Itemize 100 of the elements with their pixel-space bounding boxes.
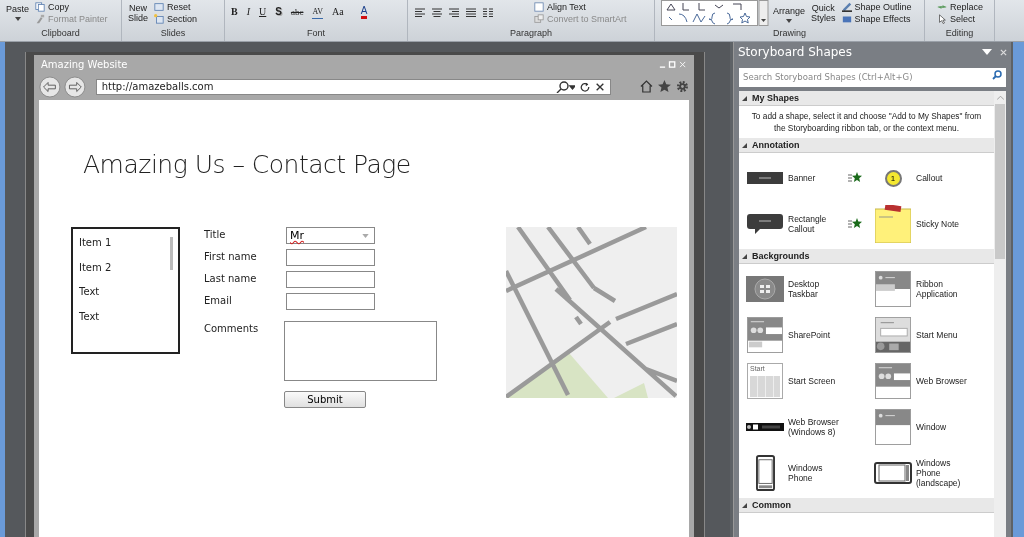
font-format-button[interactable]: U bbox=[259, 6, 267, 18]
window-icon[interactable] bbox=[875, 271, 911, 307]
expander-icon[interactable] bbox=[742, 142, 747, 148]
new-slide-button[interactable]: New Slide bbox=[128, 0, 148, 23]
shape-label[interactable]: SharePoint bbox=[788, 330, 846, 340]
shape-effects-button[interactable]: Shape Effects bbox=[841, 13, 912, 25]
list-item[interactable]: Text bbox=[79, 286, 178, 311]
shape-outline-button[interactable]: Shape Outline bbox=[841, 1, 912, 13]
reset-button[interactable]: Reset bbox=[154, 1, 198, 13]
banner-icon[interactable] bbox=[747, 172, 783, 184]
shape-label[interactable]: Rectangle Callout bbox=[788, 214, 846, 234]
scrollbar-thumb[interactable] bbox=[995, 104, 1005, 259]
group-label: Slides bbox=[159, 27, 187, 40]
font-format-button[interactable]: Aa bbox=[331, 6, 344, 18]
shape-label[interactable]: Desktop Taskbar bbox=[788, 279, 846, 299]
replace-button[interactable]: Replace bbox=[937, 1, 984, 13]
shape-label[interactable]: Windows Phone (landscape) bbox=[916, 458, 974, 488]
shape-label[interactable]: Callout bbox=[916, 173, 974, 183]
scrollbar[interactable] bbox=[994, 91, 1006, 537]
phone-icon[interactable] bbox=[755, 455, 775, 491]
window-title: Amazing Website bbox=[41, 58, 128, 70]
align-icon[interactable] bbox=[431, 8, 443, 18]
align-text-button[interactable]: Align Text bbox=[534, 1, 627, 13]
align-icon[interactable] bbox=[448, 8, 460, 18]
callout-icon[interactable]: 1 bbox=[884, 169, 902, 187]
shape-label[interactable]: Windows Phone bbox=[788, 463, 846, 483]
font-format-button[interactable]: S bbox=[275, 6, 282, 18]
address-field[interactable]: http://amazeballs.com bbox=[95, 78, 612, 95]
text-field[interactable] bbox=[286, 271, 375, 288]
expander-icon[interactable] bbox=[742, 95, 747, 101]
browser-icon[interactable] bbox=[875, 363, 911, 399]
font-format-button[interactable]: abc bbox=[290, 6, 304, 18]
submit-button[interactable]: Submit bbox=[284, 391, 366, 408]
home-icon[interactable] bbox=[640, 80, 654, 93]
select-button[interactable]: Select bbox=[937, 13, 984, 25]
group-label: Editing bbox=[944, 27, 975, 40]
swap-arrows-icon bbox=[937, 2, 947, 12]
pane-title: Storyboard Shapes bbox=[738, 45, 853, 59]
expander-icon[interactable] bbox=[742, 253, 747, 259]
shape-label[interactable]: Web Browser (Windows 8) bbox=[788, 417, 846, 437]
align-icon[interactable] bbox=[465, 8, 477, 18]
text-box-icon bbox=[534, 2, 544, 12]
section-button[interactable]: Section bbox=[154, 13, 198, 25]
align-icon[interactable] bbox=[414, 8, 426, 18]
shape-label[interactable]: Window bbox=[916, 422, 974, 432]
search-field[interactable]: Search Storyboard Shapes (Ctrl+Alt+G) bbox=[739, 67, 1006, 87]
shape-label[interactable]: Banner bbox=[788, 173, 846, 183]
close-icon[interactable] bbox=[595, 81, 606, 92]
list-item[interactable]: Item 2 bbox=[79, 261, 178, 286]
text-field[interactable] bbox=[286, 249, 375, 266]
field-label: Last name bbox=[204, 272, 258, 284]
taskbar-icon[interactable] bbox=[746, 276, 784, 302]
star-icon[interactable] bbox=[848, 218, 862, 230]
shape-label[interactable]: Start Menu bbox=[916, 330, 974, 340]
arrange-button[interactable]: Arrange bbox=[773, 0, 806, 23]
browser-bar-icon[interactable] bbox=[746, 423, 784, 431]
star-icon[interactable] bbox=[848, 172, 862, 184]
search-icon[interactable] bbox=[555, 80, 576, 93]
shape-label[interactable]: Start Screen bbox=[788, 376, 846, 386]
font-format-button[interactable]: AV bbox=[312, 6, 323, 19]
list-item[interactable]: Text bbox=[79, 310, 178, 335]
start-menu-icon[interactable] bbox=[875, 317, 911, 353]
page-heading: Amazing Us – Contact Page bbox=[83, 150, 412, 179]
field-label: Email bbox=[204, 294, 233, 306]
shape-label[interactable]: Sticky Note bbox=[916, 219, 974, 229]
search-icon[interactable] bbox=[992, 70, 1002, 80]
refresh-icon[interactable] bbox=[580, 81, 591, 92]
font-format-button[interactable]: B bbox=[231, 6, 238, 18]
dropdown-field[interactable]: Mr bbox=[286, 227, 375, 244]
forward-icon[interactable] bbox=[63, 75, 86, 98]
text-field[interactable] bbox=[286, 293, 375, 310]
speech-bubble-icon[interactable] bbox=[747, 214, 783, 234]
section-header[interactable]: Common bbox=[739, 498, 994, 513]
sticky-note-icon[interactable] bbox=[875, 205, 911, 243]
section-header[interactable]: Annotation bbox=[739, 138, 994, 153]
shape-label[interactable]: Web Browser bbox=[916, 376, 974, 386]
shape-label[interactable]: Ribbon Application bbox=[916, 279, 974, 299]
copy-button[interactable]: Copy bbox=[35, 1, 108, 13]
dropdown-icon[interactable] bbox=[982, 49, 992, 55]
window-icon[interactable] bbox=[875, 409, 911, 445]
columns-icon[interactable] bbox=[482, 8, 494, 18]
font-format-button[interactable]: I bbox=[246, 6, 250, 18]
section-header[interactable]: Backgrounds bbox=[739, 249, 994, 264]
font-format-button[interactable]: A bbox=[360, 6, 368, 19]
favorites-icon[interactable] bbox=[658, 80, 672, 93]
settings-icon[interactable] bbox=[676, 80, 689, 93]
browser-icon[interactable] bbox=[747, 317, 783, 353]
scrollbar-thumb[interactable] bbox=[170, 237, 173, 270]
phone-icon[interactable] bbox=[874, 462, 912, 484]
slide-icon bbox=[154, 2, 164, 12]
list-box[interactable]: Item 1 Item 2 Text Text bbox=[71, 227, 180, 354]
shapes-gallery[interactable] bbox=[661, 0, 769, 26]
paste-button[interactable]: Paste bbox=[6, 0, 29, 21]
expander-icon[interactable] bbox=[742, 502, 747, 508]
section-header[interactable]: My Shapes bbox=[739, 91, 994, 106]
field-label: First name bbox=[204, 250, 258, 262]
quick-styles-button[interactable]: Quick Styles bbox=[811, 0, 836, 23]
back-icon[interactable] bbox=[39, 75, 61, 98]
list-item[interactable]: Item 1 bbox=[79, 237, 178, 262]
comments-field[interactable] bbox=[284, 321, 437, 381]
